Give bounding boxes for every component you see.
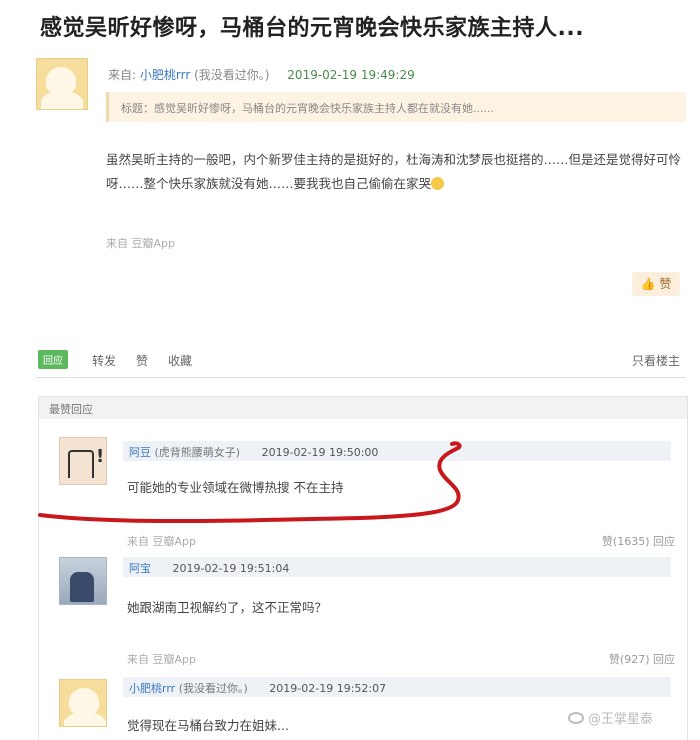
page-title: 感觉吴昕好惨呀，马桶台的元宵晚会快乐家族主持人... xyxy=(40,16,585,41)
comment-avatar[interactable]: ! xyxy=(59,437,107,485)
collect-button[interactable]: 收藏 xyxy=(168,352,192,369)
comment-meta: 小肥桃rrr (我没看过你。) 2019-02-19 19:52:07 xyxy=(123,677,671,697)
avatar-body-shape xyxy=(41,91,83,109)
comment-meta: 阿豆 (虎背熊腰萌女子) 2019-02-19 19:50:00 xyxy=(123,441,671,461)
comment-user-note: (我没看过你。) xyxy=(178,682,248,695)
from-label: 来自: xyxy=(108,68,137,82)
comment-time: 2019-02-19 19:51:04 xyxy=(172,562,290,575)
comment-text: 她跟湖南卫视解约了，这不正常吗？ xyxy=(127,600,328,615)
cat-drawing-icon xyxy=(68,450,94,478)
watermark-text: @王掌星泰 xyxy=(588,712,654,727)
comment-user-note: (虎背熊腰萌女子) xyxy=(154,446,241,459)
comment-user-link[interactable]: 小肥桃rrr xyxy=(129,682,175,695)
comment-footer: 来自 豆瓣App 赞(927) 回应 xyxy=(127,651,675,667)
post-user-note: (我没看过你。) xyxy=(194,68,270,82)
thumbs-up-icon: 👍 xyxy=(640,277,656,291)
avatar-figure-shape xyxy=(70,572,94,602)
crying-emoji-icon xyxy=(431,177,445,190)
comment-stats[interactable]: 赞(927) 回应 xyxy=(609,651,675,667)
avatar-body-shape xyxy=(64,712,106,726)
comment-meta: 阿宝 2019-02-19 19:51:04 xyxy=(123,557,671,577)
avatar[interactable] xyxy=(36,58,88,110)
comment-source: 来自 豆瓣App xyxy=(127,653,196,666)
action-bar: 回应 转发 赞 收藏 只看楼主 xyxy=(38,348,680,372)
comment-avatar[interactable] xyxy=(59,557,107,605)
like-label: 赞 xyxy=(659,277,672,291)
comment-footer: 来自 豆瓣App 赞(1635) 回应 xyxy=(127,533,675,549)
divider xyxy=(36,377,686,378)
like-button[interactable]: 👍 赞 xyxy=(632,272,680,296)
quoted-title: 标题：感觉吴昕好惨呀，马桶台的元宵晚会快乐家族主持人都在就没有她...... xyxy=(106,92,686,122)
post-source: 来自 豆瓣App xyxy=(106,237,175,250)
comment-stats[interactable]: 赞(1635) 回应 xyxy=(602,533,675,549)
only-op-link[interactable]: 只看楼主 xyxy=(632,352,680,369)
comment-user-link[interactable]: 阿豆 xyxy=(129,446,151,459)
comment-time: 2019-02-19 19:52:07 xyxy=(269,682,387,695)
post-meta: 来自: 小肥桃rrr (我没看过你。) 2019-02-19 19:49:29 xyxy=(108,66,415,83)
post-body: 虽然吴昕主持的一般吧，内个新罗佳主持的是挺好的，杜海涛和沈梦辰也挺搭的……但是还… xyxy=(106,148,686,196)
comment-user-link[interactable]: 阿宝 xyxy=(129,562,151,575)
comment-time: 2019-02-19 19:50:00 xyxy=(261,446,379,459)
comments-header: 最赞回应 xyxy=(39,397,687,419)
comment-text: 觉得现在马桶台致力在姐妹... xyxy=(127,718,289,733)
share-button[interactable]: 转发 xyxy=(92,352,116,369)
watermark: @王掌星泰 xyxy=(568,708,653,727)
upvote-button[interactable]: 赞 xyxy=(136,352,148,369)
comments-section: 最赞回应 ! 阿豆 (虎背熊腰萌女子) 2019-02-19 19:50:00 … xyxy=(38,396,688,740)
post-body-text: 虽然吴昕主持的一般吧，内个新罗佳主持的是挺好的，杜海涛和沈梦辰也挺搭的……但是还… xyxy=(106,152,682,191)
weibo-icon xyxy=(568,712,584,724)
comment-source: 来自 豆瓣App xyxy=(127,535,196,548)
comment-avatar[interactable] xyxy=(59,679,107,727)
comment-text: 可能她的专业领域在微博热搜 不在主持 xyxy=(127,480,344,495)
post-user-link[interactable]: 小肥桃rrr xyxy=(140,68,190,82)
post-time: 2019-02-19 19:49:29 xyxy=(287,68,415,82)
reply-button[interactable]: 回应 xyxy=(38,350,68,369)
exclamation-icon: ! xyxy=(96,446,105,467)
